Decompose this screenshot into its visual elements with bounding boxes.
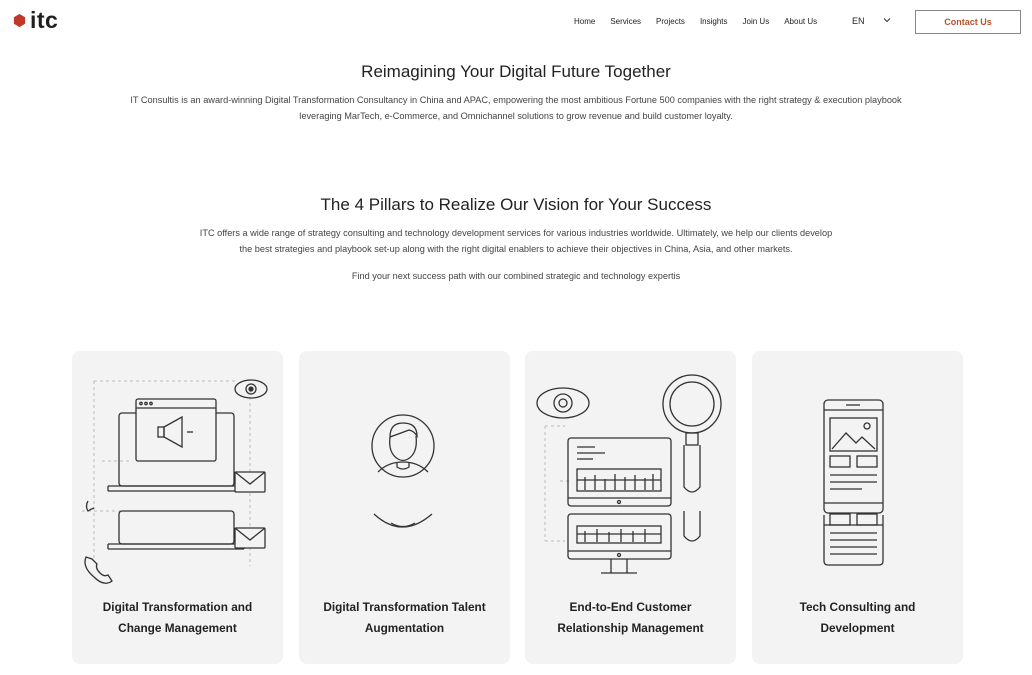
hero-description: IT Consultis is an award-winning Digital… xyxy=(0,92,1032,124)
pillar-card-title-line: Relationship Management xyxy=(557,621,704,635)
pillars-tagline: Find your next success path with our com… xyxy=(351,271,681,281)
pillar-card-title: Digital Transformation and Change Manage… xyxy=(72,597,283,639)
nav-projects[interactable]: Projects xyxy=(656,17,685,26)
nav-home[interactable]: Home xyxy=(574,17,595,26)
nav-insights[interactable]: Insights xyxy=(700,17,728,26)
laptop-megaphone-icon xyxy=(82,379,268,584)
pillars-title: The 4 Pillars to Realize Our Vision for … xyxy=(320,195,712,214)
nav-about-us[interactable]: About Us xyxy=(784,17,817,26)
pillar-card-title-line: Tech Consulting and xyxy=(799,600,916,614)
person-avatar-icon xyxy=(371,414,435,528)
pillar-card-title-line: Augmentation xyxy=(364,621,445,635)
pillar-card-title-line: Development xyxy=(820,621,895,635)
pillar-card-title: Digital Transformation Talent Augmentati… xyxy=(299,597,510,639)
pillar-card-crm[interactable]: End-to-End Customer Relationship Managem… xyxy=(525,351,736,664)
nav-services[interactable]: Services xyxy=(610,17,641,26)
language-selector[interactable]: EN xyxy=(852,16,865,26)
main-nav: Home Services Projects Insights Join Us … xyxy=(574,17,817,26)
logo-hexagon-icon xyxy=(13,13,26,27)
pillar-card-title-line: Digital Transformation and xyxy=(102,600,253,614)
logo[interactable]: itc xyxy=(12,7,59,33)
hero-description-line: leveraging MarTech, e-Commerce, and Omni… xyxy=(299,111,733,121)
pillar-card-tech-consulting[interactable]: Tech Consulting and Development xyxy=(752,351,963,664)
logo-text: itc xyxy=(30,7,59,33)
pillar-card-title: Tech Consulting and Development xyxy=(752,597,963,639)
monitor-magnifier-icon xyxy=(536,374,722,574)
pillar-card-title-line: Digital Transformation Talent xyxy=(323,600,486,614)
hero-description-line: IT Consultis is an award-winning Digital… xyxy=(130,95,902,105)
mobile-app-icon xyxy=(823,399,884,566)
pillar-card-talent-augmentation[interactable]: Digital Transformation Talent Augmentati… xyxy=(299,351,510,664)
contact-us-button[interactable]: Contact Us xyxy=(915,10,1021,34)
site-header: itc Home Services Projects Insights Join… xyxy=(0,0,1032,44)
chevron-down-icon[interactable] xyxy=(882,15,892,25)
pillar-card-title-line: Change Management xyxy=(118,621,237,635)
pillars-description-line: the best strategies and playbook set-up … xyxy=(239,244,793,254)
hero-title: Reimagining Your Digital Future Together xyxy=(361,62,671,81)
pillar-card-digital-transformation[interactable]: Digital Transformation and Change Manage… xyxy=(72,351,283,664)
pillar-card-title-line: End-to-End Customer xyxy=(569,600,692,614)
pillars-description-line: ITC offers a wide range of strategy cons… xyxy=(199,228,833,238)
pillars-description: ITC offers a wide range of strategy cons… xyxy=(0,225,1032,257)
nav-join-us[interactable]: Join Us xyxy=(743,17,770,26)
pillar-card-title: End-to-End Customer Relationship Managem… xyxy=(525,597,736,639)
